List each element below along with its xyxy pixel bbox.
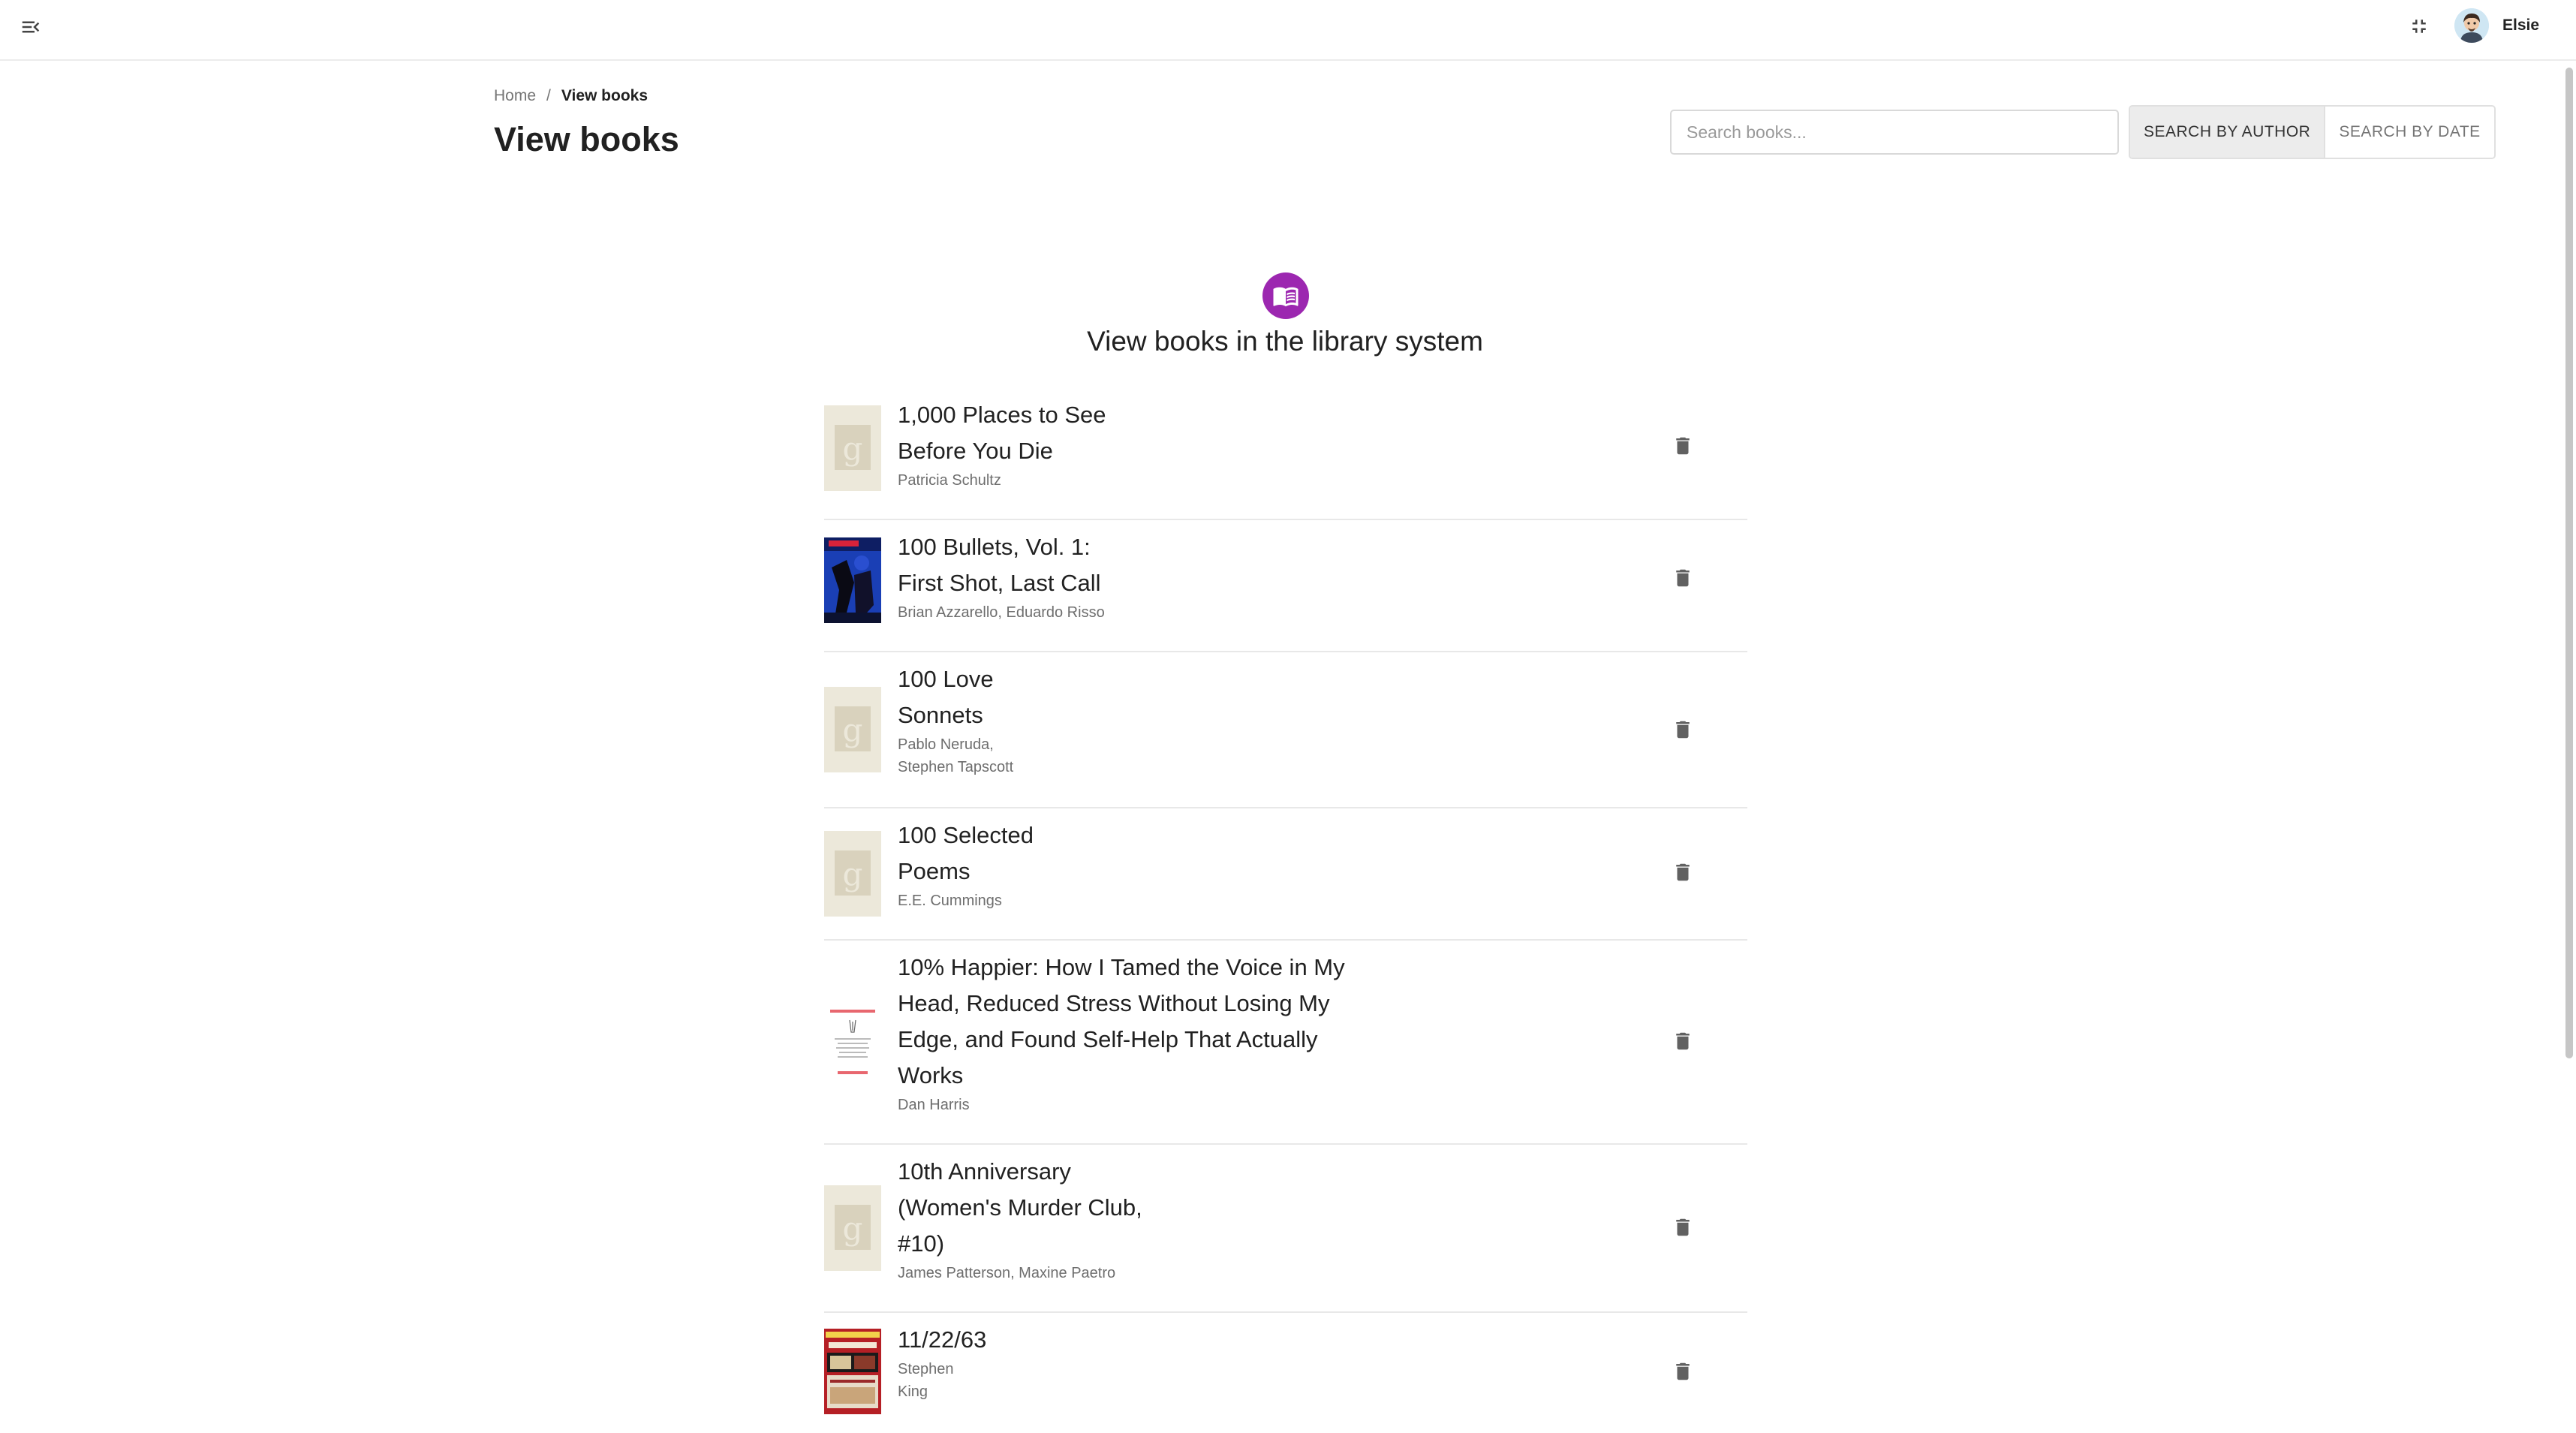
book-title: (Women's Murder Club, — [898, 1194, 1142, 1221]
user-name: Elsie — [2502, 17, 2540, 34]
hero-title: View books in the library system — [1087, 326, 1483, 357]
breadcrumb-current: View books — [561, 87, 649, 104]
book-title: 100 Love — [898, 666, 994, 692]
delete-icon[interactable] — [1666, 561, 1699, 595]
book-author: Brian Azzarello, Eduardo Risso — [898, 604, 1105, 621]
book-title: Sonnets — [898, 702, 983, 728]
search-by-date-button[interactable]: SEARCH BY DATE — [2325, 107, 2494, 158]
book-author: James Patterson, Maxine Paetro — [898, 1265, 1116, 1281]
list-item[interactable]: g 100 Love Sonnets Pablo Neruda, Stephen… — [824, 652, 1747, 808]
list-item[interactable]: 100 Bullets, Vol. 1: First Shot, Last Ca… — [824, 520, 1747, 652]
book-title: 10% Happier: How I Tamed the Voice in My — [898, 954, 1345, 980]
svg-text:g: g — [843, 1210, 863, 1247]
book-cover — [824, 1329, 881, 1414]
book-title: 11/22/63 — [898, 1326, 987, 1353]
book-author: Stephen — [898, 1361, 954, 1377]
svg-text:g: g — [843, 430, 863, 467]
book-open-icon — [1262, 272, 1309, 319]
book-author: King — [898, 1383, 928, 1400]
book-title: Edge, and Found Self-Help That Actually — [898, 1026, 1318, 1052]
search-mode-toggle: SEARCH BY AUTHOR SEARCH BY DATE — [2129, 105, 2496, 159]
book-author: Pablo Neruda, — [898, 736, 994, 753]
fullscreen-exit-icon[interactable] — [2408, 15, 2430, 38]
book-author: Patricia Schultz — [898, 472, 1001, 489]
list-item[interactable]: g 1,000 Places to See Before You Die Pat… — [824, 388, 1747, 520]
svg-text:g: g — [843, 712, 863, 748]
book-title: #10) — [898, 1230, 945, 1257]
list-item[interactable]: g 100 Selected Poems E.E. Cummings — [824, 808, 1747, 941]
search-by-author-button[interactable]: SEARCH BY AUTHOR — [2130, 107, 2326, 158]
breadcrumb-separator: / — [546, 87, 551, 104]
book-title: Works — [898, 1062, 964, 1088]
scrollbar[interactable] — [2565, 68, 2573, 1058]
book-title: Head, Reduced Stress Without Losing My — [898, 990, 1330, 1016]
book-title: 100 Bullets, Vol. 1: — [898, 534, 1091, 560]
book-list: g 1,000 Places to See Before You Die Pat… — [824, 388, 1747, 1433]
book-cover-placeholder: g — [824, 687, 881, 772]
book-title: 1,000 Places to See — [898, 402, 1106, 428]
delete-icon[interactable] — [1666, 1025, 1699, 1058]
delete-icon[interactable] — [1666, 713, 1699, 746]
book-author: Stephen Tapscott — [898, 759, 1014, 775]
book-title: Before You Die — [898, 438, 1053, 464]
book-title: 10th Anniversary — [898, 1158, 1071, 1185]
svg-text:g: g — [843, 856, 863, 893]
book-cover-placeholder: g — [824, 405, 881, 491]
book-author: Dan Harris — [898, 1097, 970, 1113]
breadcrumb: Home / View books — [494, 87, 648, 105]
book-title: 100 Selected — [898, 822, 1034, 848]
list-item[interactable]: 11/22/63 Stephen King — [824, 1313, 1747, 1433]
list-item[interactable]: 10% Happier: How I Tamed the Voice in My… — [824, 941, 1747, 1145]
delete-icon[interactable] — [1666, 1355, 1699, 1388]
menu-open-icon[interactable] — [20, 16, 42, 38]
top-app-bar: Elsie — [0, 0, 2576, 61]
book-title: Poems — [898, 858, 971, 884]
breadcrumb-home-link[interactable]: Home — [494, 87, 536, 105]
book-cover-placeholder: g — [824, 1185, 881, 1271]
delete-icon[interactable] — [1666, 429, 1699, 462]
book-title: First Shot, Last Call — [898, 570, 1101, 596]
delete-icon[interactable] — [1666, 856, 1699, 889]
delete-icon[interactable] — [1666, 1211, 1699, 1244]
book-cover-placeholder: g — [824, 831, 881, 917]
page-title: View books — [494, 120, 679, 158]
list-item[interactable]: g 10th Anniversary (Women's Murder Club,… — [824, 1145, 1747, 1313]
book-cover — [824, 999, 881, 1085]
book-cover — [824, 537, 881, 623]
book-author: E.E. Cummings — [898, 893, 1002, 909]
avatar — [2454, 8, 2489, 43]
user-menu[interactable]: Elsie — [2454, 7, 2539, 44]
search-input[interactable] — [1670, 110, 2119, 155]
